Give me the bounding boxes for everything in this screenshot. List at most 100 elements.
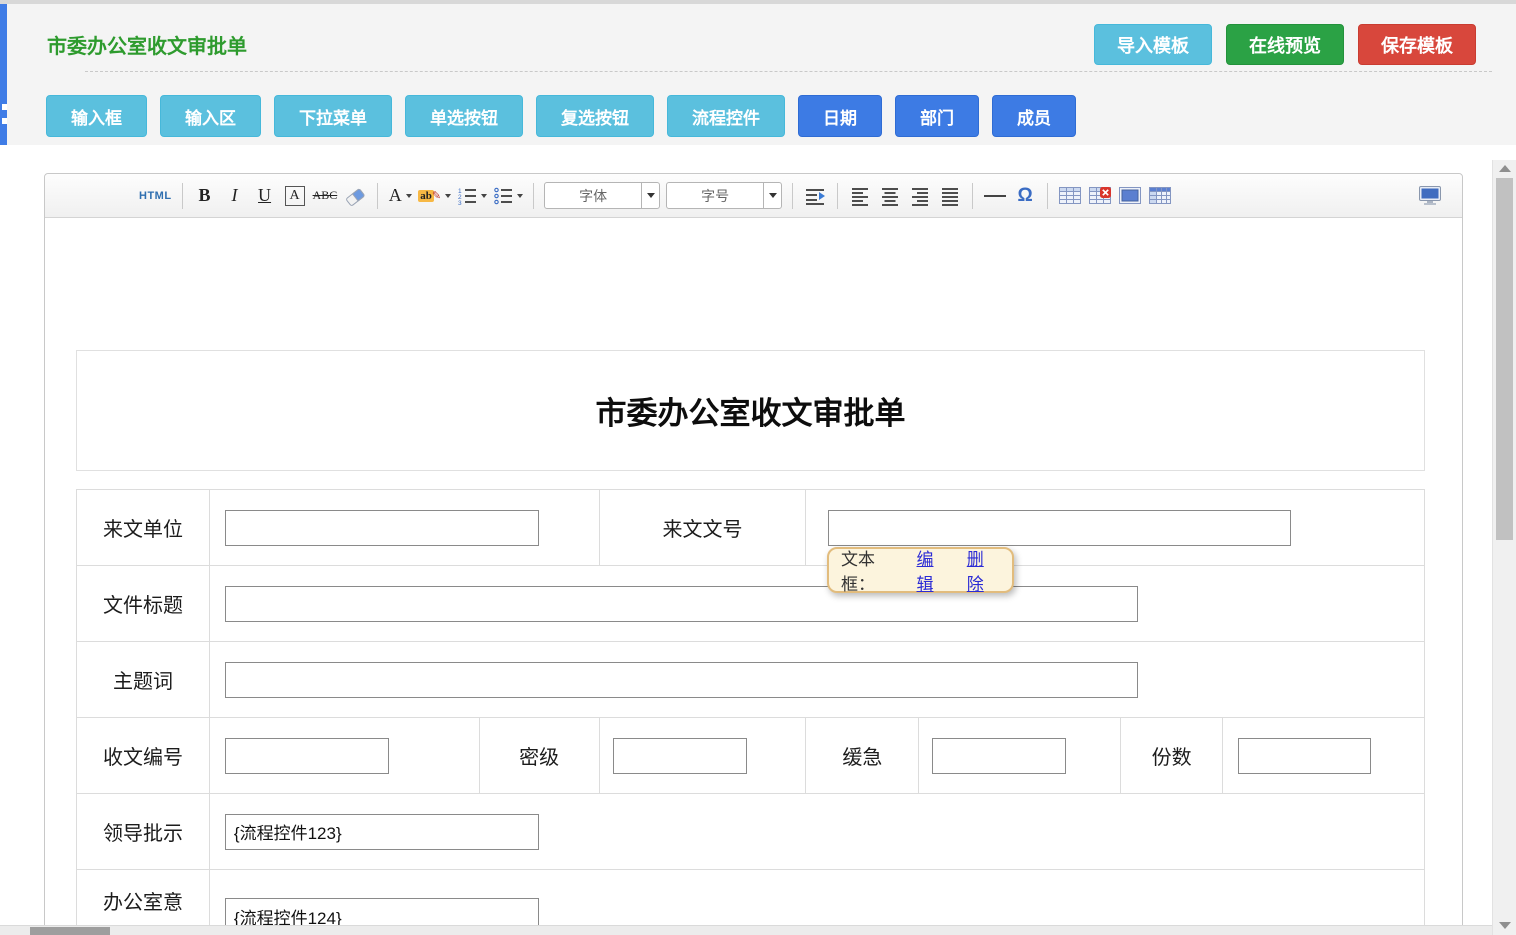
font-family-value: 字体 (545, 183, 641, 208)
insert-table-icon (1059, 187, 1081, 205)
font-color-button[interactable]: A (388, 181, 412, 211)
horizontal-rule-button[interactable] (983, 181, 1007, 211)
table-properties-icon (1119, 187, 1141, 205)
form-title: 市委办公室收文审批单 (596, 388, 906, 433)
source-unit-input[interactable] (225, 510, 539, 546)
underline-button[interactable]: U (253, 181, 277, 211)
table-row: 来文单位 来文文号 (77, 490, 1425, 566)
widget-button-dropdown-menu[interactable]: 下拉菜单 (274, 95, 392, 137)
widget-button-member[interactable]: 成员 (992, 95, 1076, 137)
widget-button-input-box[interactable]: 输入框 (46, 95, 147, 137)
left-edge-strip (0, 4, 7, 145)
align-left-button[interactable] (848, 181, 872, 211)
indent-icon (804, 186, 826, 206)
leader-note-label: 领导批示 (103, 817, 183, 846)
header-actions: 导入模板 在线预览 保存模板 (1094, 24, 1476, 65)
horizontal-scrollbar-thumb[interactable] (30, 927, 110, 935)
align-left-icon (850, 186, 870, 206)
delete-table-button[interactable] (1088, 181, 1112, 211)
toolbar-separator (1047, 183, 1048, 209)
doc-number-input[interactable] (828, 510, 1291, 546)
copies-input[interactable] (1238, 738, 1371, 774)
vertical-scrollbar[interactable] (1492, 160, 1516, 935)
html-source-button[interactable]: HTML (139, 181, 172, 211)
receipt-number-input[interactable] (225, 738, 389, 774)
page-title: 市委办公室收文审批单 (47, 30, 247, 59)
toolbar-separator (837, 183, 838, 209)
table-row: 领导批示 (77, 794, 1425, 870)
widget-toolbar: 输入框 输入区 下拉菜单 单选按钮 复选按钮 流程控件 日期 部门 成员 (46, 95, 1076, 137)
editor-canvas[interactable]: 市委办公室收文审批单 来文单位 来文文号 文件标题 主题词 (45, 218, 1462, 935)
font-size-select[interactable]: 字号 (666, 182, 782, 209)
italic-button[interactable]: I (223, 181, 247, 211)
screen: 市委办公室收文审批单 导入模板 在线预览 保存模板 输入框 输入区 下拉菜单 单… (0, 0, 1516, 935)
online-preview-button[interactable]: 在线预览 (1226, 24, 1344, 65)
toolbar-separator (792, 183, 793, 209)
leader-note-input[interactable] (225, 814, 539, 850)
font-size-dropdown-button[interactable] (763, 183, 781, 208)
scroll-up-button[interactable] (1493, 160, 1516, 176)
font-family-dropdown-button[interactable] (641, 183, 659, 208)
underline-icon: U (258, 185, 271, 206)
dashed-divider (85, 71, 1492, 72)
eraser-button[interactable] (343, 181, 367, 211)
vertical-scrollbar-thumb[interactable] (1496, 178, 1513, 540)
save-template-button[interactable]: 保存模板 (1358, 24, 1476, 65)
svg-text:3: 3 (458, 200, 462, 206)
omega-icon: Ω (1017, 185, 1032, 207)
chevron-down-icon (445, 194, 451, 198)
chevron-down-icon (517, 194, 523, 198)
widget-button-input-area[interactable]: 输入区 (160, 95, 261, 137)
font-family-select[interactable]: 字体 (544, 182, 660, 209)
scroll-up-icon (1499, 165, 1511, 172)
strikethrough-button[interactable]: ABC (313, 181, 338, 211)
widget-button-date[interactable]: 日期 (798, 95, 882, 137)
toolbar-separator (533, 183, 534, 209)
page-header: 市委办公室收文审批单 导入模板 在线预览 保存模板 输入框 输入区 下拉菜单 单… (7, 4, 1516, 145)
scroll-down-icon (1499, 922, 1511, 929)
monitor-icon (1418, 185, 1442, 206)
table-row: 主题词 (77, 642, 1425, 718)
ordered-list-button[interactable]: 123 (457, 181, 487, 211)
cell-properties-icon (1149, 187, 1171, 205)
scroll-down-button[interactable] (1493, 917, 1516, 933)
align-right-button[interactable] (908, 181, 932, 211)
receipt-number-label: 收文编号 (103, 741, 183, 770)
align-justify-icon (940, 186, 960, 206)
fullscreen-preview-button[interactable] (1418, 181, 1442, 211)
highlight-color-button[interactable]: ab ✎ (418, 181, 451, 211)
align-justify-button[interactable] (938, 181, 962, 211)
font-style-icon: A (285, 186, 305, 206)
form-title-block: 市委办公室收文审批单 (76, 350, 1425, 471)
field-delete-link[interactable]: 删除 (967, 545, 1000, 595)
import-template-button[interactable]: 导入模板 (1094, 24, 1212, 65)
align-center-icon (880, 186, 900, 206)
cell-properties-button[interactable] (1148, 181, 1172, 211)
widget-button-department[interactable]: 部门 (895, 95, 979, 137)
subject-words-input[interactable] (225, 662, 1138, 698)
insert-table-button[interactable] (1058, 181, 1082, 211)
delete-table-icon (1089, 187, 1111, 205)
align-right-icon (910, 186, 930, 206)
align-center-button[interactable] (878, 181, 902, 211)
table-properties-button[interactable] (1118, 181, 1142, 211)
horizontal-scrollbar[interactable] (0, 925, 1492, 935)
urgency-input[interactable] (932, 738, 1066, 774)
special-character-button[interactable]: Ω (1013, 181, 1037, 211)
indent-button[interactable] (803, 181, 827, 211)
widget-button-checkbox[interactable]: 复选按钮 (536, 95, 654, 137)
strikethrough-icon: ABC (313, 188, 338, 203)
font-style-button[interactable]: A (283, 181, 307, 211)
field-edit-link[interactable]: 编辑 (917, 545, 950, 595)
chevron-down-icon (647, 193, 655, 198)
html-source-icon: HTML (139, 190, 172, 202)
widget-button-radio[interactable]: 单选按钮 (405, 95, 523, 137)
unordered-list-button[interactable] (493, 181, 523, 211)
form-table: 来文单位 来文文号 文件标题 主题词 收文编号 (76, 489, 1425, 935)
ordered-list-icon: 123 (457, 186, 477, 206)
font-size-value: 字号 (667, 183, 763, 208)
bold-button[interactable]: B (193, 181, 217, 211)
widget-button-flow-control[interactable]: 流程控件 (667, 95, 785, 137)
secrecy-input[interactable] (613, 738, 747, 774)
bold-icon: B (199, 185, 211, 206)
